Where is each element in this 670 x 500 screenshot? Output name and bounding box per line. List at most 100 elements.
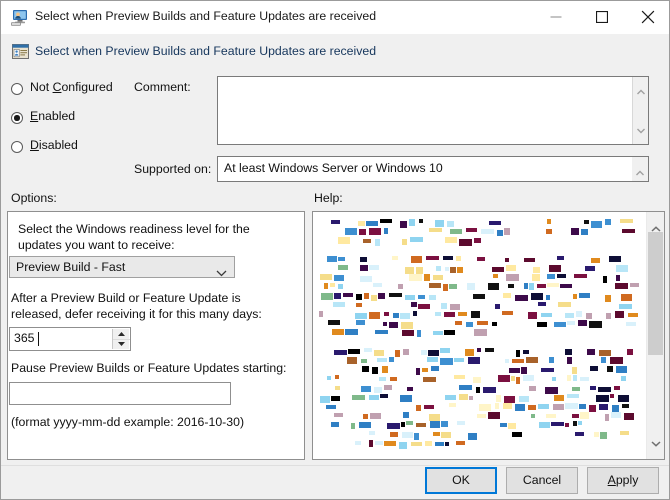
redacted-text-block xyxy=(326,405,336,409)
redacted-text-block xyxy=(327,376,331,380)
redacted-text-block xyxy=(440,358,453,365)
redacted-text-block xyxy=(503,293,511,298)
redacted-text-block xyxy=(411,442,422,446)
redacted-text-block xyxy=(360,257,367,262)
redacted-text-block xyxy=(565,423,569,427)
redacted-text-block xyxy=(433,432,440,436)
redacted-text-block xyxy=(572,414,579,418)
defer-prompt: After a Preview Build or Feature Update … xyxy=(11,290,291,322)
date-format-note: (format yyyy-mm-dd example: 2016-10-30) xyxy=(11,415,244,429)
redacted-text-block xyxy=(443,284,448,291)
help-scrollbar[interactable] xyxy=(646,212,664,459)
redacted-text-block xyxy=(508,423,516,429)
maximize-button[interactable] xyxy=(579,1,625,33)
redacted-text-block xyxy=(403,349,409,355)
redacted-text-block xyxy=(538,302,546,306)
redacted-text-block xyxy=(532,274,540,281)
redacted-text-block xyxy=(454,358,464,362)
chevron-up-icon[interactable] xyxy=(636,163,645,181)
redacted-text-block xyxy=(541,368,554,372)
redacted-text-block xyxy=(580,412,589,419)
redacted-text-block xyxy=(429,295,436,300)
redacted-text-block xyxy=(338,265,348,270)
redacted-text-block xyxy=(465,349,474,356)
redacted-text-block xyxy=(614,386,620,390)
supported-on-field[interactable]: At least Windows Server or Windows 10 xyxy=(217,156,649,182)
redacted-text-block xyxy=(378,293,385,299)
redacted-text-block xyxy=(605,414,609,421)
redacted-text-block xyxy=(576,311,582,317)
redacted-text-block xyxy=(384,385,392,390)
cancel-button[interactable]: Cancel xyxy=(506,467,578,494)
apply-button[interactable]: Apply xyxy=(587,467,659,494)
redacted-text-block xyxy=(573,294,577,299)
redacted-text-block xyxy=(587,349,595,355)
redacted-text-block xyxy=(389,293,402,297)
redacted-text-block xyxy=(616,265,628,272)
redacted-text-block xyxy=(479,404,491,411)
redacted-text-block xyxy=(444,312,455,317)
redacted-text-block xyxy=(553,404,564,410)
comment-scrollbar[interactable] xyxy=(632,77,648,144)
redacted-text-block xyxy=(515,404,525,411)
redacted-text-block xyxy=(469,396,473,400)
close-button[interactable] xyxy=(625,1,670,33)
redacted-text-block xyxy=(578,421,582,425)
close-icon xyxy=(642,11,655,24)
readiness-prompt: Select the Windows readiness level for t… xyxy=(18,221,290,253)
redacted-text-block xyxy=(399,442,407,449)
redacted-text-block xyxy=(377,358,387,362)
stepper-buttons[interactable] xyxy=(112,329,129,349)
redacted-text-block xyxy=(334,275,344,281)
redacted-text-block xyxy=(449,403,456,407)
redacted-text-block xyxy=(495,304,500,309)
redacted-text-block xyxy=(411,302,417,307)
redacted-text-block xyxy=(419,219,423,223)
chevron-up-icon[interactable] xyxy=(636,82,645,100)
redacted-text-block xyxy=(508,284,514,288)
computer-policy-icon xyxy=(11,9,29,26)
redacted-text-block xyxy=(546,295,550,300)
redacted-text-block xyxy=(444,330,455,335)
group-policy-setting-dialog: Select when Preview Builds and Feature U… xyxy=(0,0,670,500)
chevron-down-icon[interactable] xyxy=(636,121,645,139)
redacted-text-block xyxy=(363,239,371,243)
help-text-redacted xyxy=(313,212,646,459)
redacted-text-block xyxy=(382,366,388,373)
comment-textarea[interactable] xyxy=(217,76,649,145)
help-panel-label: Help: xyxy=(314,191,343,205)
redacted-text-block xyxy=(624,413,634,420)
redacted-text-block xyxy=(374,387,382,393)
redacted-text-block xyxy=(606,313,611,319)
readiness-level-dropdown[interactable]: Preview Build - Fast xyxy=(9,256,235,278)
redacted-text-block xyxy=(411,256,422,263)
supported-on-scrollbar[interactable] xyxy=(632,157,648,181)
minimize-button[interactable] xyxy=(533,1,579,33)
ok-button[interactable]: OK xyxy=(425,467,497,494)
redacted-text-block xyxy=(546,229,552,234)
redacted-text-block xyxy=(571,228,579,235)
redacted-text-block xyxy=(456,256,461,261)
redacted-text-block xyxy=(567,321,575,325)
redacted-text-block xyxy=(436,266,441,271)
redacted-text-block xyxy=(573,421,577,426)
redacted-text-block xyxy=(449,284,457,289)
redacted-text-block xyxy=(626,322,636,326)
options-panel-label: Options: xyxy=(11,191,57,205)
redacted-text-block xyxy=(435,442,444,446)
redacted-text-block xyxy=(369,431,375,435)
pause-date-input[interactable] xyxy=(9,382,231,405)
defer-days-stepper[interactable]: 365 xyxy=(9,327,131,351)
redacted-text-block xyxy=(599,350,611,356)
redacted-text-block xyxy=(445,237,457,243)
redacted-text-block xyxy=(429,414,440,421)
chevron-down-icon[interactable] xyxy=(651,434,661,452)
redacted-text-block xyxy=(590,366,598,371)
help-scrollbar-thumb[interactable] xyxy=(648,232,663,355)
redacted-text-block xyxy=(390,432,398,437)
redacted-text-block xyxy=(546,414,556,418)
redacted-text-block xyxy=(421,350,427,355)
redacted-text-block xyxy=(558,302,571,307)
stepper-down-button[interactable] xyxy=(113,339,130,349)
redacted-text-block xyxy=(400,395,412,402)
